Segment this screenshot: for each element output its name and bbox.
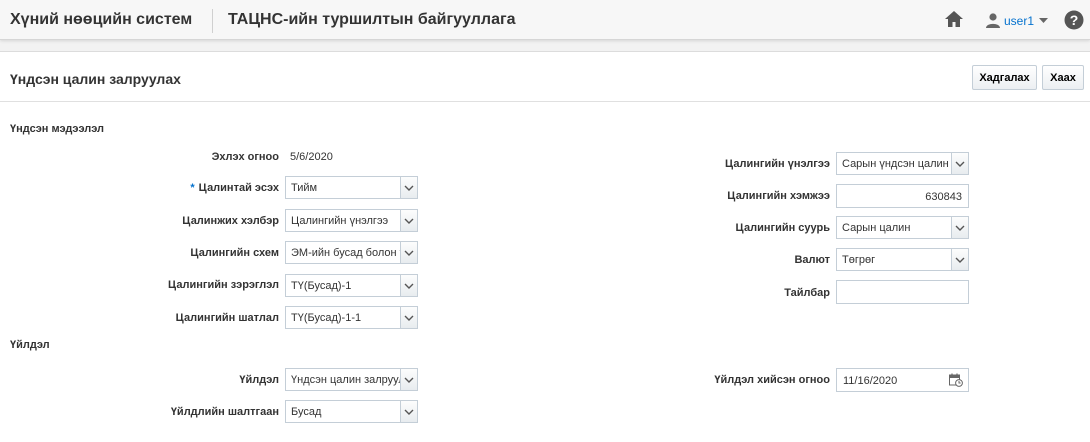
chevron-down-icon — [951, 153, 968, 174]
action-label: Үйлдэл — [239, 374, 279, 386]
section-action-title: Үйлдэл — [10, 339, 50, 351]
pay-scheme-select[interactable]: ЭМ-ийн бусад болон төрийн — [285, 241, 418, 264]
user-icon — [985, 12, 1001, 31]
action-date-label: Үйлдэл хийсэн огноо — [714, 374, 830, 386]
reason-select-value: Бусад — [291, 406, 322, 418]
app-title: Хүний нөөцийн систем — [10, 11, 193, 28]
pay-grade-label: Цалингийн зэрэглэл — [167, 279, 279, 291]
chevron-down-icon — [400, 210, 417, 231]
action-date-value: 11/16/2020 — [843, 375, 898, 387]
paid-select-value: Тийм — [291, 182, 318, 194]
reason-select[interactable]: Бусад — [285, 400, 418, 423]
pay-form-label: Цалинжих хэлбэр — [182, 215, 279, 227]
main-panel: Үндсэн цалин залруулах Хадгалах Хаах Үнд… — [0, 51, 1090, 442]
svg-text:?: ? — [1070, 12, 1079, 28]
chevron-down-icon — [400, 307, 417, 328]
pay-rating-label: Цалингийн үнэлгээ — [724, 158, 830, 170]
paid-label: * Цалинтай эсэх — [190, 182, 279, 194]
user-name: user1 — [1004, 14, 1035, 28]
pay-grade-select-value: ТҮ(Бусад)-1 — [291, 280, 352, 292]
pay-rating-select-value: Сарын үндсэн цалин ( — [842, 158, 956, 170]
save-button[interactable]: Хадгалах — [972, 65, 1037, 90]
pay-basis-select-value: Сарын цалин — [842, 222, 911, 234]
page-title: Үндсэн цалин залруулах — [10, 71, 181, 87]
help-icon[interactable]: ? — [1064, 10, 1084, 30]
note-label: Тайлбар — [784, 287, 830, 299]
pay-grade-select[interactable]: ТҮ(Бусад)-1 — [285, 274, 418, 297]
pay-scheme-select-value: ЭМ-ийн бусад болон төрийн — [291, 247, 417, 259]
pay-step-label: Цалингийн шатлал — [175, 312, 279, 324]
pay-basis-select[interactable]: Сарын цалин — [836, 216, 969, 239]
pay-amount-input[interactable]: 630843 — [836, 184, 969, 208]
currency-select[interactable]: Төгрөг — [836, 248, 969, 271]
header-divider — [0, 101, 1090, 102]
paid-label-text: Цалинтай эсэх — [198, 182, 279, 194]
pay-step-select-value: ТҮ(Бусад)-1-1 — [291, 312, 362, 324]
action-date-input[interactable]: 11/16/2020 — [836, 368, 969, 392]
chevron-down-icon — [400, 242, 417, 263]
action-select-value: Үндсэн цалин залруулах — [291, 374, 417, 386]
topbar-divider — [212, 9, 213, 33]
pay-form-select[interactable]: Цалингийн үнэлгээ — [285, 209, 418, 232]
chevron-down-icon — [951, 217, 968, 238]
pay-scheme-label: Цалингийн схем — [190, 247, 279, 259]
calendar-icon[interactable] — [949, 373, 963, 387]
close-button[interactable]: Хаах — [1042, 65, 1084, 90]
pay-rating-select[interactable]: Сарын үндсэн цалин ( — [836, 152, 969, 175]
required-marker: * — [190, 182, 195, 194]
top-bar: Хүний нөөцийн систем ТАЦНС-ийн туршилтын… — [0, 0, 1090, 40]
currency-label: Валют — [794, 254, 830, 266]
chevron-down-icon — [1039, 18, 1049, 24]
chevron-down-icon — [951, 249, 968, 270]
home-icon[interactable] — [944, 10, 964, 28]
action-select[interactable]: Үндсэн цалин залруулах — [285, 368, 418, 391]
chevron-down-icon — [400, 177, 417, 198]
currency-select-value: Төгрөг — [842, 254, 876, 266]
chevron-down-icon — [400, 275, 417, 296]
section-basic-title: Үндсэн мэдээлэл — [10, 123, 105, 135]
reason-label: Үйлдлийн шалтгаан — [170, 406, 279, 418]
pay-form-select-value: Цалингийн үнэлгээ — [291, 215, 389, 227]
start-date-label: Эхлэх огноо — [211, 151, 279, 163]
pay-amount-value: 630843 — [925, 191, 962, 203]
pay-step-select[interactable]: ТҮ(Бусад)-1-1 — [285, 306, 418, 329]
chevron-down-icon — [400, 369, 417, 390]
pay-amount-label: Цалингийн хэмжээ — [727, 190, 830, 202]
pay-basis-label: Цалингийн суурь — [735, 222, 830, 234]
user-menu[interactable]: user1 — [985, 12, 1049, 31]
note-input[interactable] — [836, 280, 969, 304]
paid-select[interactable]: Тийм — [285, 176, 418, 199]
chevron-down-icon — [400, 401, 417, 422]
start-date-value: 5/6/2020 — [290, 151, 333, 163]
organization-title: ТАЦНС-ийн туршилтын байгууллага — [228, 11, 516, 28]
